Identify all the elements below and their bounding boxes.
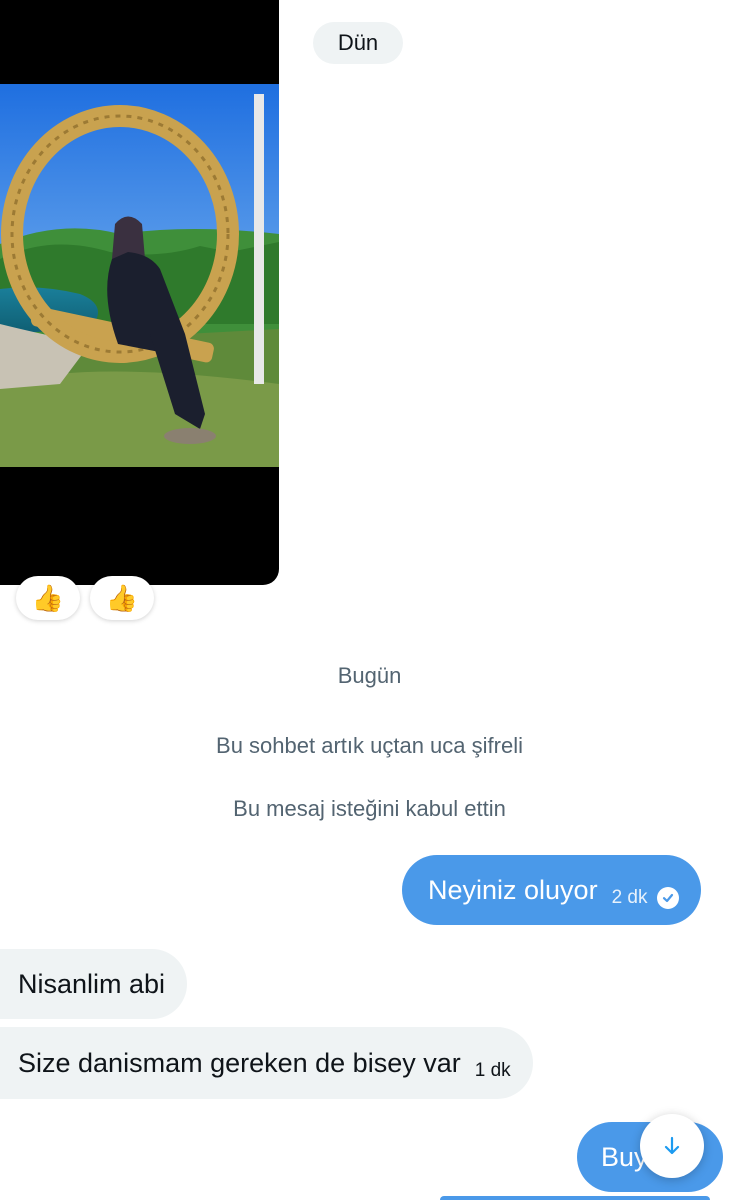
message-time: 1 dk <box>474 1060 511 1081</box>
system-message-encrypted: Bu sohbet artık uçtan uca şifreli <box>216 733 523 758</box>
thumbs-up-icon: 👍 <box>31 582 65 613</box>
date-separator-today: Bugün <box>337 663 402 688</box>
message-bubble-outgoing[interactable]: Neyiniz oluyor 2 dk <box>402 855 701 925</box>
scroll-to-bottom-button[interactable] <box>640 1114 704 1178</box>
message-bubble-incoming[interactable]: Size danismam gereken de bisey var 1 dk <box>0 1027 533 1099</box>
message-text: Size danismam gereken de bisey var <box>18 1047 461 1078</box>
image-message[interactable] <box>0 0 279 585</box>
next-message-edge <box>440 1196 710 1200</box>
arrow-down-icon <box>664 1136 680 1155</box>
reaction-thumbs-up-1[interactable]: 👍 <box>16 576 80 620</box>
message-text: Nisanlim abi <box>18 968 166 999</box>
message-bubble-incoming[interactable]: Nisanlim abi <box>0 949 188 1019</box>
message-text: Neyiniz oluyor <box>428 874 598 905</box>
message-time: 2 dk <box>611 887 648 908</box>
read-receipt-icon <box>656 887 679 909</box>
date-label: Dün <box>337 30 379 55</box>
photo[interactable] <box>0 84 279 467</box>
thumbs-up-icon: 👍 <box>105 582 139 613</box>
date-separator-yesterday: Dün <box>313 22 403 64</box>
system-message-request-accepted: Bu mesaj isteğini kabul ettin <box>233 796 506 821</box>
reaction-thumbs-up-2[interactable]: 👍 <box>90 576 154 620</box>
